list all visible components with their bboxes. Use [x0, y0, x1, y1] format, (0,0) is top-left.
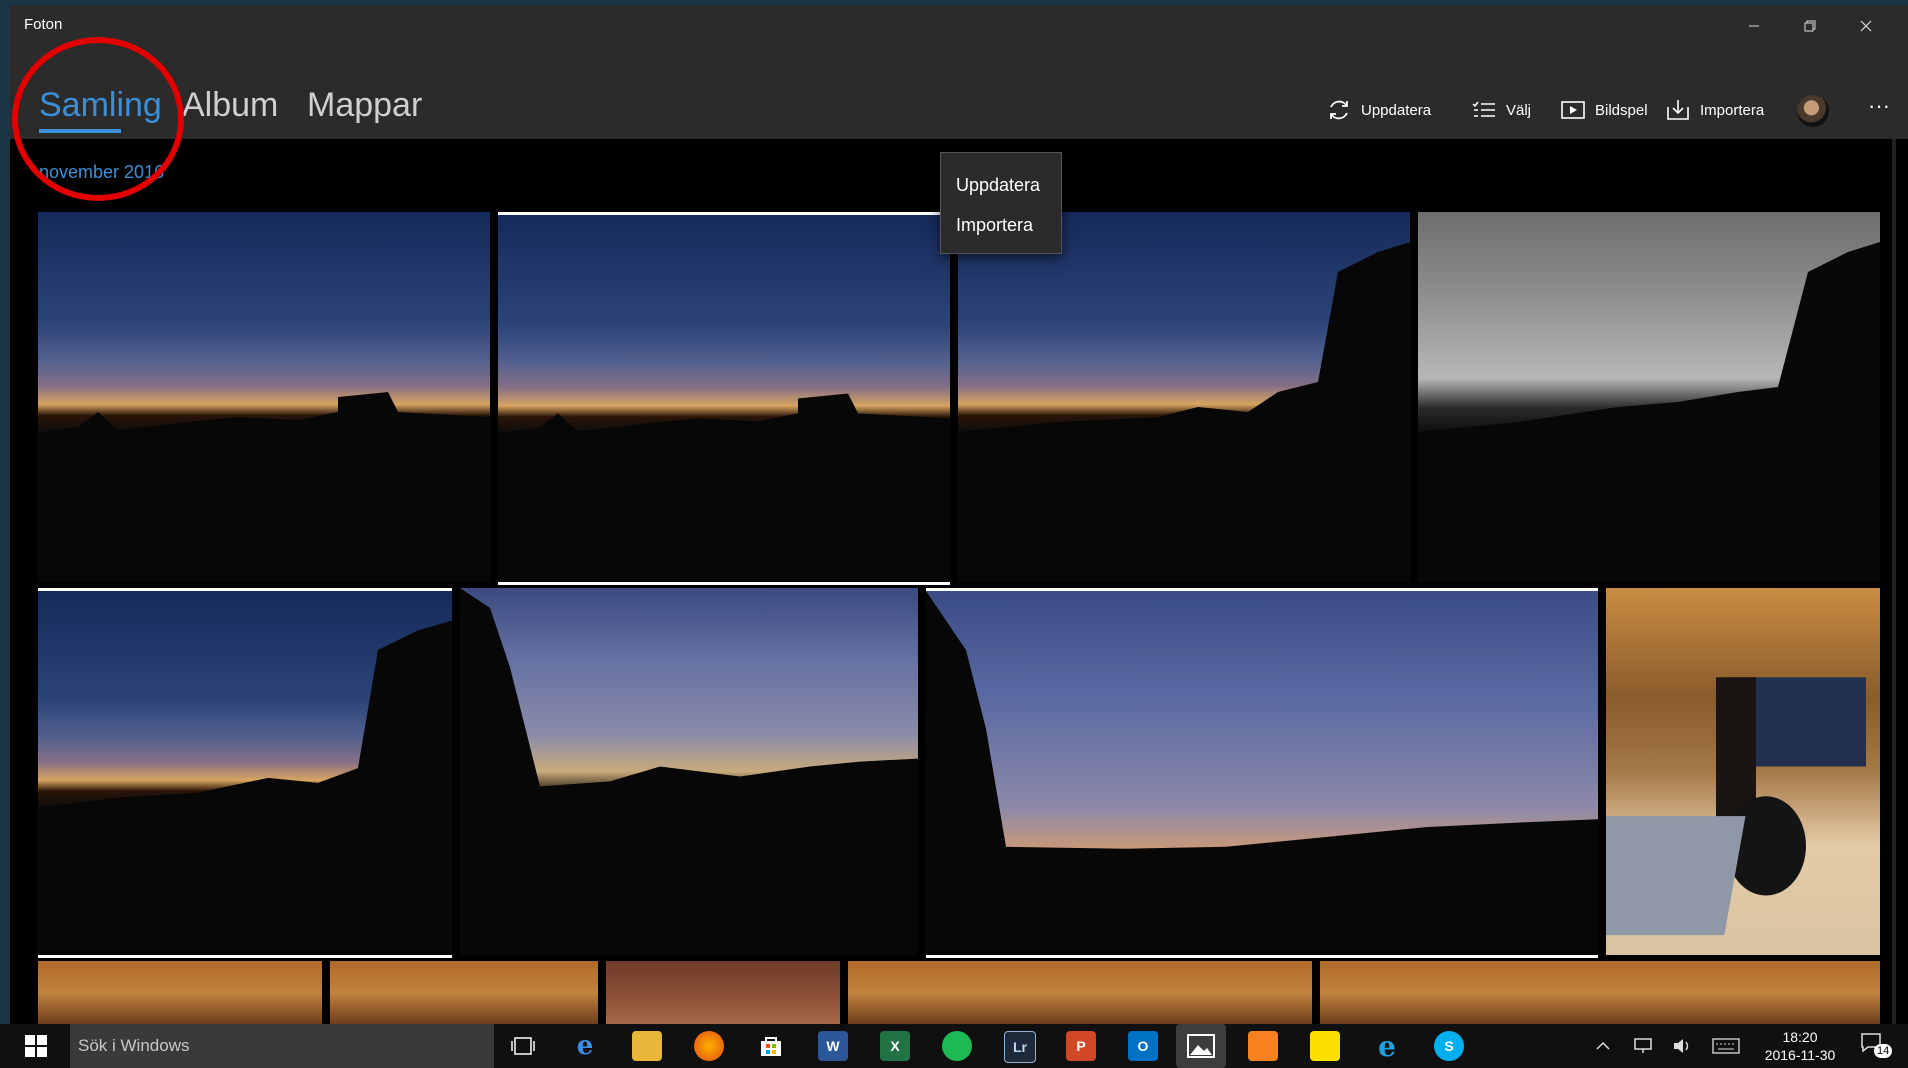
skyline-silhouette — [1418, 242, 1880, 582]
skype-icon[interactable]: S — [1434, 1031, 1464, 1061]
file-explorer-icon[interactable] — [632, 1031, 662, 1061]
skyline-silhouette — [498, 393, 950, 582]
photo-thumbnail[interactable] — [606, 961, 840, 1024]
window-title: Foton — [24, 16, 63, 33]
start-button[interactable] — [16, 1024, 56, 1068]
tab-mappar[interactable]: Mappar — [307, 85, 422, 125]
slideshow-icon — [1561, 101, 1585, 119]
refresh-button[interactable]: Uppdatera — [1326, 95, 1431, 125]
close-button[interactable] — [1838, 5, 1894, 47]
photos-app-icon[interactable] — [1176, 1024, 1226, 1068]
clock-time: 18:20 — [1782, 1029, 1818, 1045]
skyline-silhouette — [460, 588, 918, 955]
photo-thumbnail[interactable] — [38, 961, 322, 1024]
taskbar-search-box[interactable]: Sök i Windows — [70, 1024, 494, 1068]
restore-button[interactable] — [1782, 5, 1838, 47]
notification-count-badge: 14 — [1874, 1044, 1893, 1058]
edge-icon[interactable]: e — [570, 1031, 600, 1061]
scrollbar[interactable] — [1892, 139, 1896, 1024]
photo-thumbnail[interactable] — [38, 212, 490, 582]
close-icon — [1860, 20, 1872, 32]
import-label: Importera — [1700, 101, 1765, 119]
spotify-icon[interactable] — [942, 1031, 972, 1061]
internet-explorer-icon[interactable]: e — [1372, 1030, 1402, 1063]
word-icon[interactable]: W — [818, 1031, 848, 1061]
select-button[interactable]: Välj — [1471, 95, 1531, 125]
slideshow-button[interactable]: Bildspel — [1560, 95, 1648, 125]
clock-date: 2016-11-30 — [1764, 1047, 1836, 1063]
select-label: Välj — [1506, 101, 1532, 119]
flyout-refresh-item[interactable]: Uppdatera — [956, 175, 1040, 196]
taskbar: Sök i Windows e W X Lr P O e S 18:20 201… — [0, 1024, 1908, 1068]
search-placeholder: Sök i Windows — [78, 1036, 190, 1055]
photo-thumbnail[interactable] — [498, 212, 950, 585]
excel-icon[interactable]: X — [880, 1031, 910, 1061]
photo-thumbnail[interactable] — [1606, 588, 1880, 955]
skyline-silhouette — [926, 591, 1598, 955]
skyline-silhouette — [38, 620, 452, 955]
skyline-silhouette — [38, 392, 490, 582]
lightroom-icon[interactable]: Lr — [1004, 1031, 1036, 1063]
command-flyout-menu: Uppdatera Importera — [940, 152, 1062, 254]
photo-thumbnail[interactable] — [330, 961, 598, 1024]
powerpoint-icon[interactable]: P — [1066, 1031, 1096, 1061]
annotation-circle — [12, 37, 184, 201]
paint-icon[interactable] — [1248, 1031, 1278, 1061]
photo-thumbnail[interactable] — [958, 212, 1410, 582]
photo-thumbnail[interactable] — [38, 588, 452, 958]
taskbar-clock[interactable]: 18:20 2016-11-30 — [1760, 1028, 1840, 1064]
minimize-button[interactable] — [1726, 5, 1782, 47]
chevron-up-icon — [1596, 1041, 1610, 1050]
tab-album[interactable]: Album — [182, 85, 278, 125]
import-icon — [1667, 100, 1689, 120]
slideshow-label: Bildspel — [1595, 101, 1648, 119]
network-icon[interactable] — [1632, 1024, 1654, 1068]
windows-logo-icon — [25, 1035, 47, 1057]
volume-icon[interactable] — [1672, 1024, 1694, 1068]
photo-thumbnail[interactable] — [926, 588, 1598, 958]
import-button[interactable]: Importera — [1665, 95, 1764, 125]
outlook-icon[interactable]: O — [1128, 1031, 1158, 1061]
flyout-import-item[interactable]: Importera — [956, 215, 1033, 236]
action-center-button[interactable]: 14 — [1860, 1032, 1893, 1060]
checklist-icon — [1472, 101, 1495, 117]
store-icon[interactable] — [756, 1031, 786, 1061]
more-options-button[interactable]: ··· — [1862, 91, 1896, 125]
title-bar: Foton — [10, 5, 1908, 47]
photos-window: Foton Samling Album Mappar Uppdatera Väl… — [10, 5, 1908, 1024]
minimize-icon — [1749, 25, 1759, 27]
firefox-icon[interactable] — [694, 1031, 724, 1061]
refresh-icon — [1330, 100, 1348, 120]
photo-thumbnail[interactable] — [460, 588, 918, 955]
room-scene — [1606, 677, 1866, 936]
task-view-icon[interactable] — [508, 1031, 538, 1061]
touch-keyboard-icon[interactable] — [1712, 1024, 1740, 1068]
app-header: Samling Album Mappar Uppdatera Välj Bild… — [10, 47, 1908, 139]
show-hidden-icons-button[interactable] — [1595, 1024, 1611, 1068]
photo-thumbnail[interactable] — [1320, 961, 1880, 1024]
photo-thumbnail[interactable] — [1418, 212, 1880, 582]
account-avatar[interactable] — [1797, 95, 1829, 127]
refresh-label: Uppdatera — [1361, 101, 1432, 119]
photo-thumbnail[interactable] — [848, 961, 1312, 1024]
restore-icon — [1804, 20, 1816, 32]
skyline-silhouette — [958, 242, 1410, 582]
sticky-notes-icon[interactable] — [1310, 1031, 1340, 1061]
